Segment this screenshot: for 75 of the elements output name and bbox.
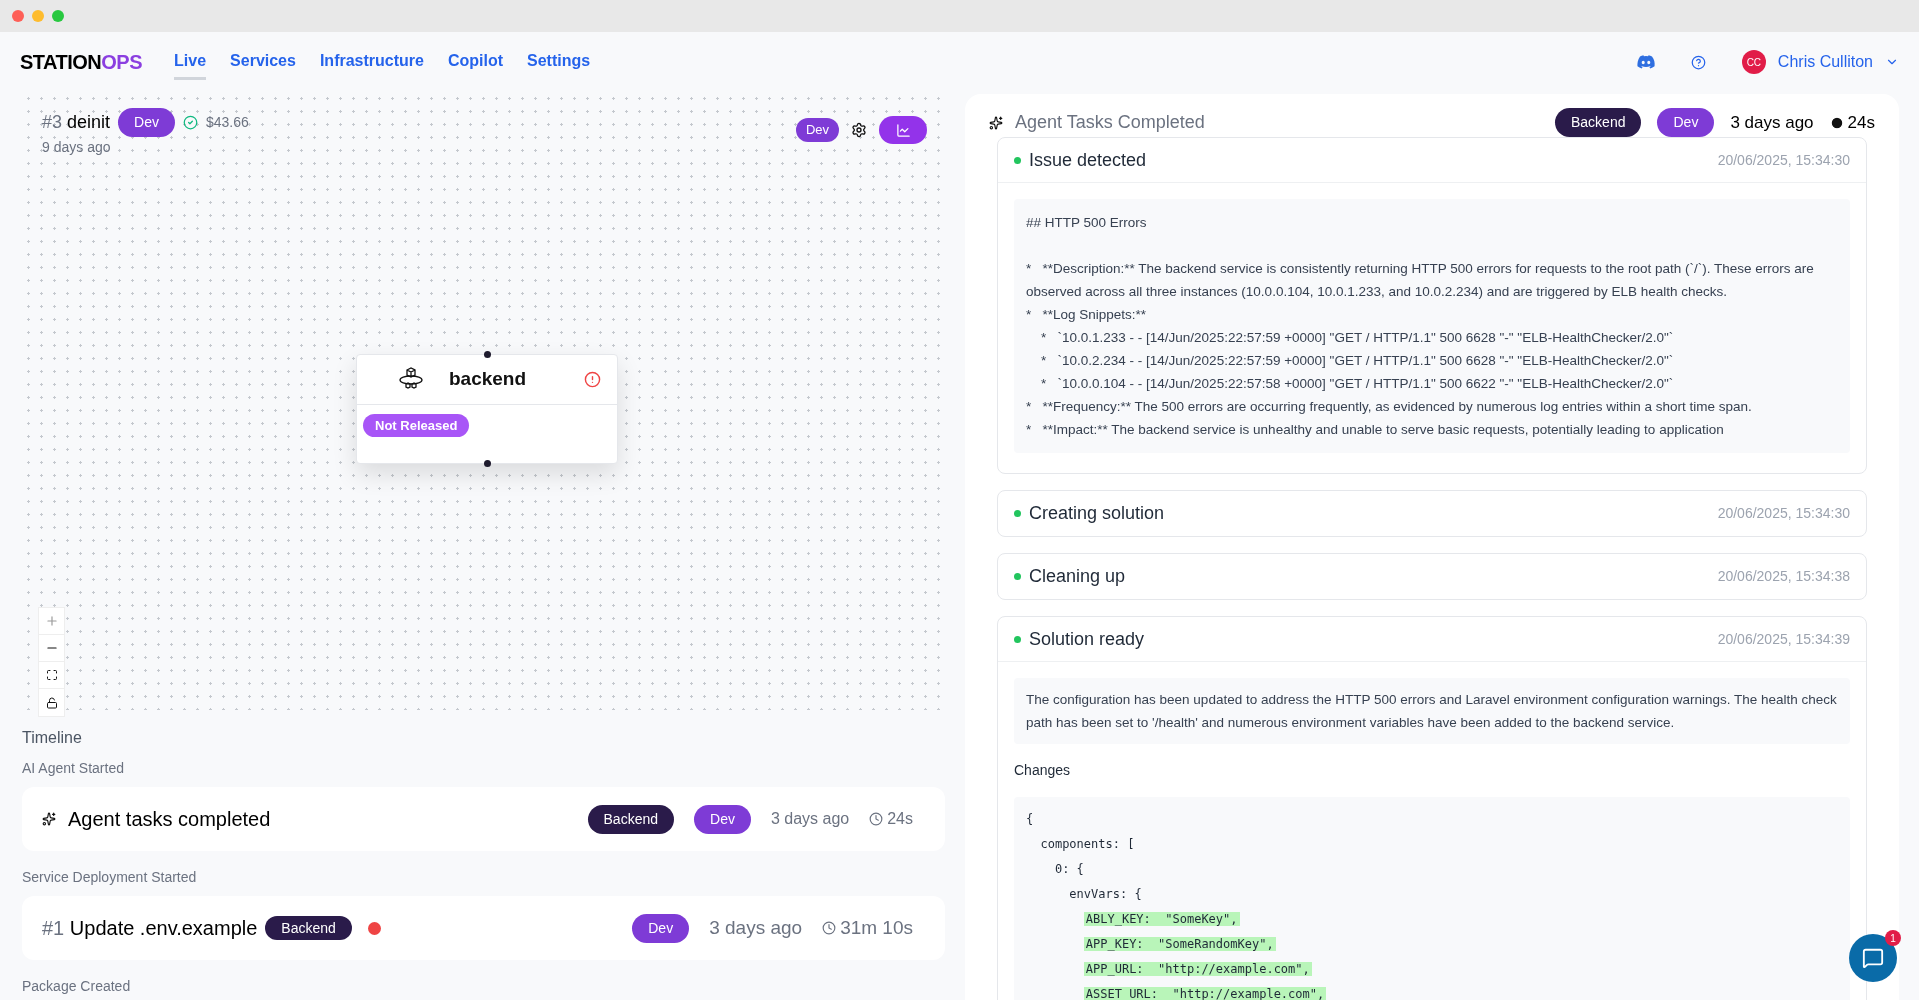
panel-age: 3 days ago [1730,111,1814,134]
panel-title: Agent Tasks Completed [1015,111,1205,134]
service-badge: Backend [265,916,352,940]
fit-view-icon [45,669,58,681]
env-badge: Dev [1657,108,1715,137]
nav-tab[interactable]: Infrastructure [319,44,424,80]
sparkles-icon [42,812,56,826]
service-badge: Backend [587,804,674,834]
check-icon [183,115,198,130]
close-window-button[interactable] [12,10,24,22]
clock-icon [1829,115,1844,130]
chat-icon [1862,947,1884,969]
task-step-header[interactable]: Creating solution 20/06/2025, 15:34:30 [998,491,1866,536]
logo[interactable]: STATIONOPS [20,47,143,77]
task-step-title: Cleaning up [1029,565,1126,588]
service-node[interactable]: backend Not Released [356,354,618,464]
task-step-time: 20/06/2025, 15:34:38 [1717,567,1850,586]
connection-handle[interactable] [484,460,491,467]
timeline-group-heading: AI Agent Started [22,759,125,778]
nav-tab[interactable]: Services [230,44,296,80]
timeline-item-duration: 24s [869,807,913,831]
code-line: components: [ [1040,837,1135,851]
service-badge: Backend [1555,108,1642,137]
clock-icon [869,812,884,826]
task-step-header[interactable]: Solution ready 20/06/2025, 15:34:39 [998,617,1866,662]
env-badge: Dev [795,118,839,142]
discord-icon[interactable] [1636,55,1655,69]
timeline-item-title: #1 Update .env.example [42,916,258,941]
sparkles-icon [989,115,1003,130]
timeline-group-heading: Package Created [22,977,132,996]
task-step-title: Solution ready [1029,627,1145,651]
unlock-icon [45,696,58,709]
changes-label: Changes [1014,761,1072,780]
timeline-item-title: Agent tasks completed [68,807,271,832]
timeline-item-age: 3 days ago [770,809,850,829]
task-step-title: Issue detected [1029,148,1147,172]
clock-icon [822,921,837,935]
panel-duration: 24s [1829,109,1875,136]
timeline-group-heading: Service Deployment Started [22,868,198,887]
unread-badge: 1 [1885,930,1901,946]
code-line: 0: { [1054,862,1084,876]
task-step-time: 20/06/2025, 15:34:30 [1717,504,1850,523]
env-badge: Dev [118,108,175,137]
connection-handle[interactable] [484,351,491,358]
plus-icon [44,614,59,628]
chart-icon [895,122,911,138]
nav-tab[interactable]: Settings [527,44,591,80]
task-step-header[interactable]: Issue detected 20/06/2025, 15:34:30 [998,138,1866,183]
issue-report: ## HTTP 500 Errors * **Description:** The backend service is consistently returning HTTP 500 errors for requests to the root path (`/`). These errors are observed across all three instances (10.0.0.104, 10.0.1.233, and 10.0.2.234) and are triggered by ELB health checks. * **Log Snippets:** * `10.0.1.233 - - [14/Jun/2025:22:57:59 +0000] "GET / HTTP/1.1" 500 6628 "-" "ELB-HealthChecker/2.0"` * `10.0.2.234 - - [14/Jun/2025:22:57:59 +0000] "GET / HTTP/1.1" 500 6628 "-" "ELB-HealthChecker/2.0"` * `10.0.0.104 - - [14/Jun/2025:22:57:58 +0000] "GET / HTTP/1.1" 500 6622 "-" "ELB-HealthChecker/2.0"` * **Frequency:** The 500 errors are occurring frequently, as evidenced by numerous log entries within a short time span. * **Impact:** The backend service is unhealthy and unable to serve basic requests, potentially leading to application [1014,199,1850,453]
code-line: envVars: { [1069,887,1142,901]
nav-tab[interactable]: Copilot [447,44,504,80]
cost-label: $43.66 [206,113,249,132]
node-title: backend [449,367,527,392]
env-badge: Dev [694,804,751,834]
task-step-header[interactable]: Cleaning up 20/06/2025, 15:34:38 [998,554,1866,599]
solution-summary: The configuration has been updated to address the HTTP 500 errors and Laravel environment configuration warnings. The health check path has been set to '/health' and numerous environment variables have been added to the backend service. [1014,678,1850,744]
timeline-item-duration: 31m 10s [822,913,913,943]
timeline-item[interactable]: #1 Update .env.example Backend Dev 3 days ago 31m 10s [22,896,945,960]
user-avatar[interactable]: CC [1741,50,1766,74]
task-step-title: Creating solution [1029,502,1165,525]
chart-button[interactable] [879,116,927,144]
code-line: { [1026,812,1034,826]
task-step-time: 20/06/2025, 15:34:39 [1717,629,1850,649]
deployment-title: #3 deinit [42,111,111,134]
timeline-item[interactable]: Agent tasks completed Backend Dev 3 days ago 24s [22,787,945,851]
timeline-item-age: 3 days ago [709,915,803,940]
user-name[interactable]: Chris Culliton [1777,50,1873,74]
settings-icon[interactable] [851,122,867,138]
help-icon[interactable] [1690,54,1706,70]
timeline-title: Timeline [22,728,83,748]
env-badge: Dev [632,913,690,943]
age-label: 9 days ago [42,138,112,157]
status-badge: Not Released [363,414,470,437]
nav-tab[interactable]: Live [174,44,207,80]
task-step-time: 20/06/2025, 15:34:30 [1717,150,1850,170]
